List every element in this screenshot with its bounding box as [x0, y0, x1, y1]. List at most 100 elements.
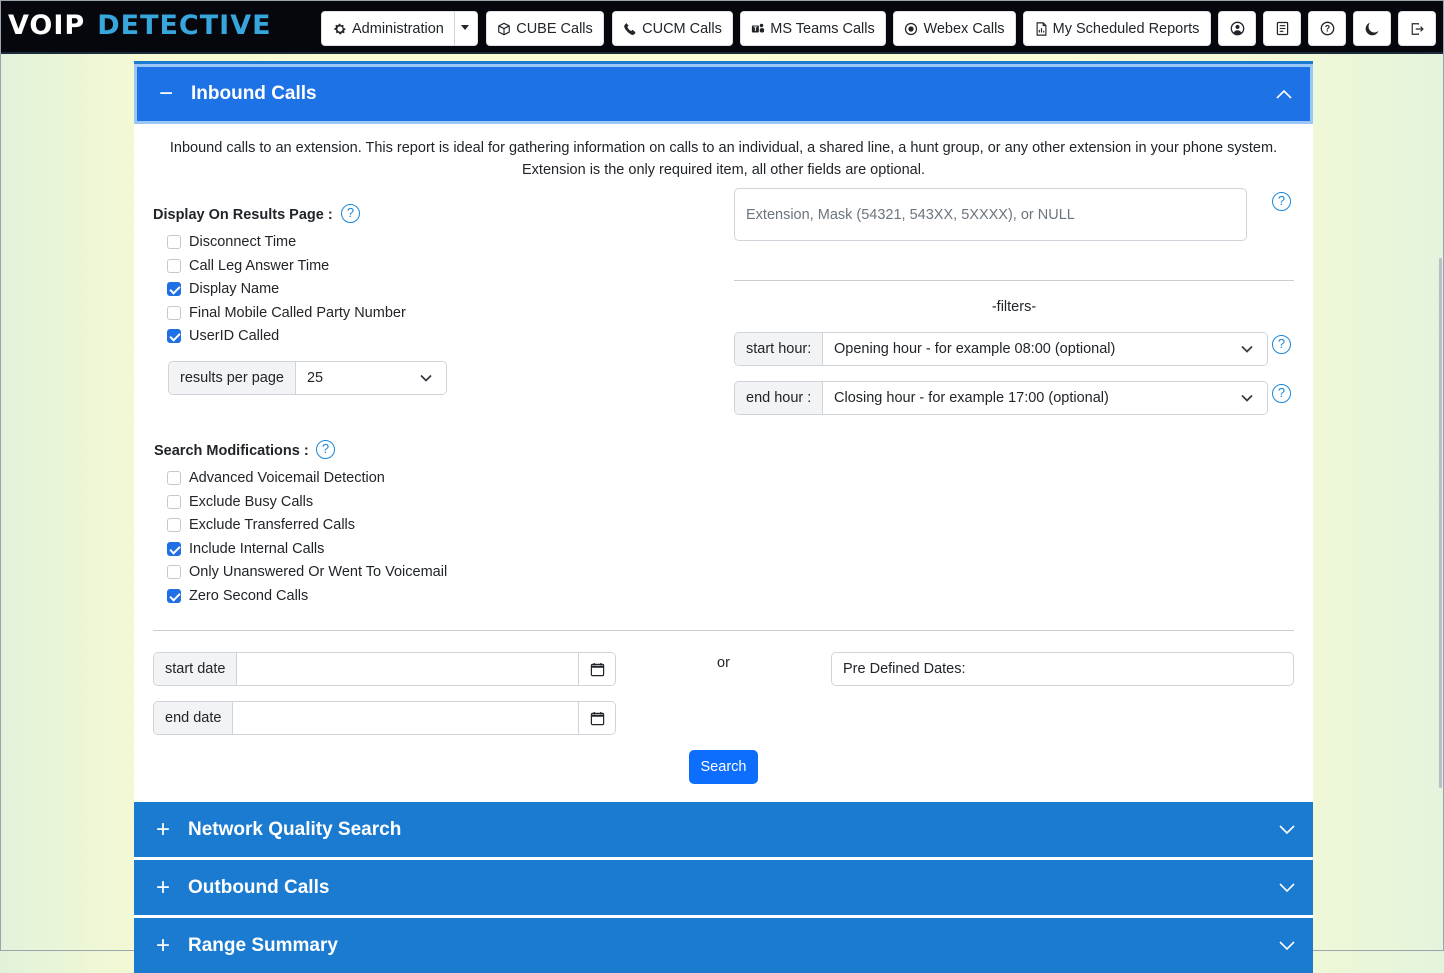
logout-icon	[1411, 22, 1424, 35]
end-hour-select[interactable]: end hour : Closing hour - for example 17…	[734, 381, 1268, 415]
outbound-calls-title: Outbound Calls	[188, 876, 330, 898]
page-scrollbar[interactable]	[1439, 258, 1442, 788]
search-modification-label: Exclude Busy Calls	[189, 493, 314, 510]
display-option-checkbox[interactable]	[167, 258, 181, 273]
network-quality-search-header[interactable]: + Network Quality Search	[134, 802, 1313, 857]
extension-help-icon[interactable]: ?	[1272, 192, 1291, 211]
start-hour-label: start hour:	[735, 333, 823, 365]
search-modification-row[interactable]: Zero Second Calls	[167, 586, 308, 606]
cube-calls-label: CUBE Calls	[516, 20, 593, 37]
help-icon: ?	[1320, 21, 1334, 36]
end-date-input[interactable]	[233, 702, 578, 734]
display-option-row[interactable]: Display Name	[167, 279, 279, 299]
start-hour-value-box[interactable]: Opening hour - for example 08:00 (option…	[823, 333, 1267, 365]
display-option-row[interactable]: UserID Called	[167, 326, 279, 346]
description-line-2: Extension is the only required item, all…	[522, 162, 925, 178]
results-per-page-value-box[interactable]: 25	[295, 362, 446, 394]
cucm-calls-button[interactable]: CUCM Calls	[612, 11, 733, 46]
results-per-page-value: 25	[306, 370, 324, 386]
search-modifications-label: Search Modifications :	[154, 443, 309, 459]
webex-icon	[905, 22, 918, 35]
logout-button[interactable]	[1398, 11, 1436, 46]
expand-icon: +	[155, 815, 170, 843]
display-option-label: UserID Called	[189, 328, 280, 344]
description-line-1: Inbound calls to an extension. This repo…	[169, 140, 1278, 156]
search-button[interactable]: Search	[689, 750, 758, 784]
svg-text:T: T	[754, 26, 758, 33]
chevron-down-icon	[1279, 824, 1295, 834]
display-option-checkbox[interactable]	[167, 235, 181, 249]
predefined-dates-select[interactable]: Pre Defined Dates:	[831, 652, 1294, 686]
display-option-checkbox[interactable]	[167, 282, 181, 296]
search-modification-checkbox[interactable]	[167, 588, 181, 603]
network-quality-search-title: Network Quality Search	[188, 818, 402, 840]
search-modification-label: Advanced Voicemail Detection	[189, 470, 385, 486]
ms-teams-calls-button[interactable]: T MS Teams Calls	[740, 11, 886, 46]
start-date-picker-button[interactable]	[578, 653, 615, 685]
cube-calls-button[interactable]: CUBE Calls	[486, 11, 604, 46]
webex-calls-button[interactable]: Webex Calls	[893, 11, 1016, 46]
logo-detective-text: DETECTIVE	[97, 10, 272, 41]
search-modification-checkbox[interactable]	[167, 565, 181, 579]
search-modifications-help-icon[interactable]: ?	[316, 440, 335, 459]
display-option-label: Final Mobile Called Party Number	[189, 304, 406, 321]
start-date-input[interactable]	[237, 653, 578, 685]
gear-icon	[334, 23, 346, 34]
start-date-group[interactable]: start date	[153, 652, 616, 686]
end-hour-value-box[interactable]: Closing hour - for example 17:00 (option…	[823, 382, 1267, 414]
display-options-help-icon[interactable]: ?	[341, 204, 360, 223]
extension-placeholder: Extension, Mask (54321, 543XX, 5XXXX), o…	[746, 206, 1075, 223]
search-modification-checkbox[interactable]	[167, 518, 181, 532]
results-per-page-select[interactable]: results per page 25	[168, 361, 447, 395]
start-hour-select[interactable]: start hour: Opening hour - for example 0…	[734, 332, 1268, 366]
display-option-checkbox[interactable]	[167, 305, 181, 320]
user-profile-button[interactable]	[1218, 11, 1256, 46]
inbound-calls-title: Inbound Calls	[191, 83, 317, 104]
search-modification-row[interactable]: Only Unanswered Or Went To Voicemail	[167, 562, 447, 582]
end-hour-help-icon[interactable]: ?	[1272, 384, 1291, 403]
ms-teams-calls-label: MS Teams Calls	[770, 20, 875, 37]
or-label: or	[717, 655, 730, 671]
outbound-calls-header[interactable]: + Outbound Calls	[134, 860, 1313, 915]
range-summary-header[interactable]: + Range Summary	[134, 918, 1313, 973]
search-modification-checkbox[interactable]	[167, 494, 181, 509]
scheduled-reports-button[interactable]: My Scheduled Reports	[1023, 11, 1211, 46]
search-modification-label: Exclude Transferred Calls	[189, 517, 356, 533]
extension-input[interactable]: Extension, Mask (54321, 543XX, 5XXXX), o…	[734, 188, 1247, 241]
search-modification-row[interactable]: Include Internal Calls	[167, 539, 324, 559]
report-panel: − Inbound Calls Inbound calls to an exte…	[134, 61, 1313, 973]
collapse-icon: −	[158, 80, 173, 107]
chevron-up-icon	[1276, 89, 1292, 99]
calendar-icon	[590, 711, 604, 725]
app-logo[interactable]: VOIP DETECTIVE	[8, 9, 272, 43]
end-hour-label: end hour :	[735, 382, 823, 414]
display-option-checkbox[interactable]	[167, 329, 181, 343]
chevron-down-icon	[420, 374, 432, 382]
search-modification-label: Only Unanswered Or Went To Voicemail	[189, 564, 448, 580]
inbound-calls-header[interactable]: − Inbound Calls	[134, 64, 1313, 124]
user-icon	[1230, 21, 1244, 36]
teams-icon: T	[752, 23, 765, 33]
administration-label: Administration	[352, 20, 444, 37]
search-modification-label: Include Internal Calls	[189, 540, 325, 557]
search-modification-checkbox[interactable]	[167, 471, 181, 485]
display-option-label: Disconnect Time	[189, 234, 297, 250]
display-option-row[interactable]: Call Leg Answer Time	[167, 256, 329, 276]
end-date-picker-button[interactable]	[578, 702, 615, 734]
logo-voip-text: VOIP	[8, 10, 86, 41]
report-icon	[1036, 21, 1047, 36]
help-button[interactable]: ?	[1308, 11, 1346, 46]
chevron-down-icon	[1279, 882, 1295, 892]
display-option-row[interactable]: Final Mobile Called Party Number	[167, 303, 406, 323]
search-modification-row[interactable]: Exclude Busy Calls	[167, 492, 313, 512]
notes-button[interactable]	[1263, 11, 1301, 46]
display-options-label: Display On Results Page :	[153, 207, 333, 223]
search-modification-checkbox[interactable]	[167, 541, 181, 556]
search-modification-row[interactable]: Exclude Transferred Calls	[167, 515, 355, 535]
dark-mode-button[interactable]	[1353, 11, 1391, 46]
search-modification-row[interactable]: Advanced Voicemail Detection	[167, 468, 385, 488]
display-option-row[interactable]: Disconnect Time	[167, 232, 296, 252]
end-date-group[interactable]: end date	[153, 701, 616, 735]
webex-calls-label: Webex Calls	[923, 20, 1005, 37]
start-hour-help-icon[interactable]: ?	[1272, 335, 1291, 354]
